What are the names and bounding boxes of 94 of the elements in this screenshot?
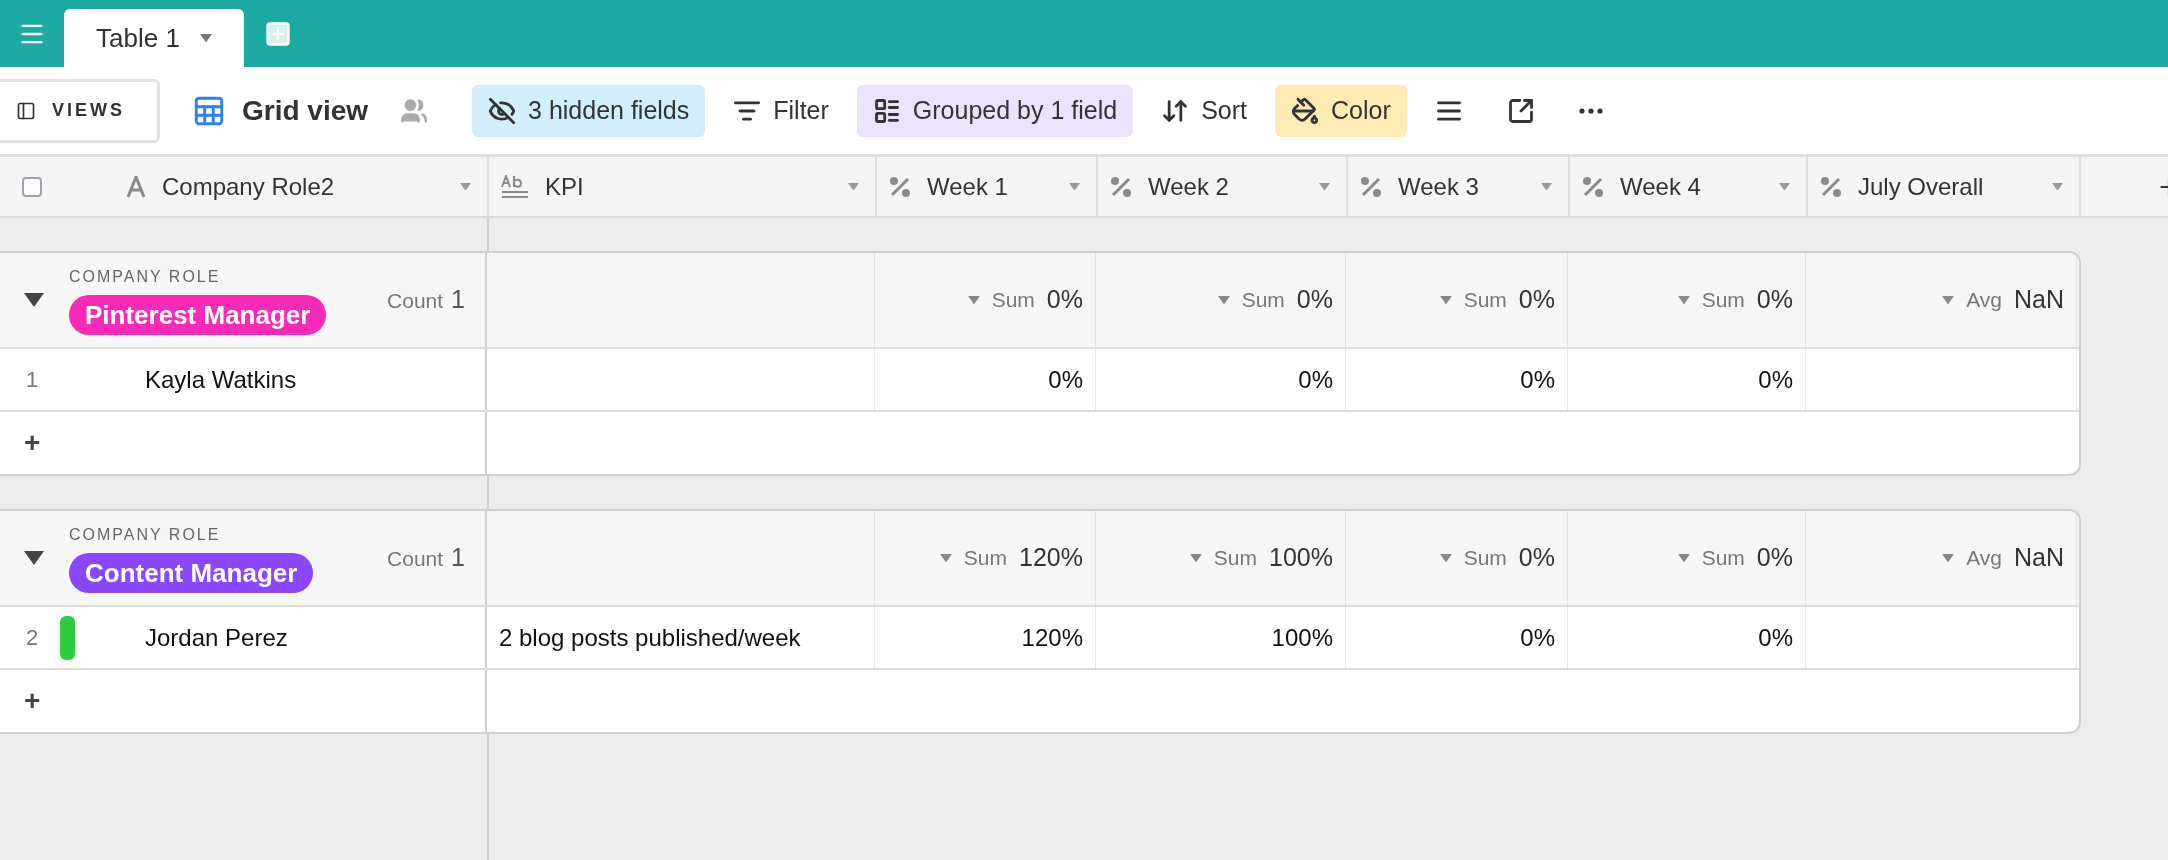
summary-label: Sum <box>963 545 1008 572</box>
people-icon[interactable] <box>400 96 429 125</box>
row-number: 2 <box>25 624 40 652</box>
percent-icon <box>1360 175 1382 198</box>
caret-icon[interactable] <box>1779 182 1790 191</box>
more-icon <box>1578 107 1603 114</box>
percent-icon <box>1110 175 1132 198</box>
toolbar-button[interactable]: Sort <box>1145 84 1263 137</box>
summary-label: Sum <box>1701 287 1745 314</box>
long-text-icon <box>501 174 529 199</box>
toolbar-button[interactable]: Grouped by 1 field <box>856 84 1134 137</box>
list-icon <box>872 96 901 125</box>
table-cell-text: 2 blog posts published/week <box>499 622 801 653</box>
caret-icon[interactable] <box>1319 182 1330 191</box>
percent-icon <box>1582 175 1604 198</box>
toolbar-button[interactable]: Filter <box>717 84 845 137</box>
caret-icon[interactable] <box>1677 295 1690 305</box>
select-all-checkbox[interactable] <box>22 176 42 197</box>
collapse-caret-icon[interactable] <box>24 551 44 565</box>
summary-value: 120% <box>1019 542 1083 574</box>
summary-label: Sum <box>1213 545 1258 572</box>
add-row-button[interactable]: + <box>24 680 41 722</box>
summary-value: 100% <box>1269 542 1333 574</box>
summary-value: 0% <box>1518 284 1555 316</box>
table-cell-text: 100% <box>1271 622 1333 653</box>
caret-icon[interactable] <box>460 182 471 191</box>
caret-icon[interactable] <box>2052 182 2063 191</box>
hidden-eye-icon <box>488 96 517 125</box>
summary-value: 0% <box>1756 284 1793 316</box>
column-header[interactable]: Week 3 <box>1348 157 1570 216</box>
views-button[interactable]: VIEWS <box>0 78 160 143</box>
group-field-label: COMPANY ROLE <box>69 525 221 545</box>
table-cell-text: 0% <box>1758 622 1793 653</box>
column-header[interactable]: Week 2 <box>1098 157 1348 216</box>
group-field-label: COMPANY ROLE <box>69 267 221 287</box>
percent-icon <box>889 175 911 198</box>
caret-icon[interactable] <box>848 182 859 191</box>
caret-icon[interactable] <box>1439 295 1452 305</box>
add-table-icon[interactable] <box>263 19 292 48</box>
table-tab[interactable]: Table 1 <box>64 9 244 67</box>
summary-value: 0% <box>1046 284 1083 316</box>
table-cell-text: 120% <box>1021 622 1083 653</box>
caret-icon[interactable] <box>1942 295 1955 305</box>
summary-value: NaN <box>2014 542 2064 574</box>
table-cell-text: Jordan Perez <box>145 622 288 653</box>
collapse-caret-icon[interactable] <box>24 293 44 307</box>
toolbar-button[interactable]: 3 hidden fields <box>472 84 706 137</box>
summary-value: 0% <box>1296 284 1333 316</box>
count-value: 1 <box>451 284 465 316</box>
summary-value: 0% <box>1756 542 1793 574</box>
count-label: Count <box>387 288 444 315</box>
table-cell-text: 0% <box>1758 364 1793 395</box>
summary-label: Sum <box>991 287 1035 314</box>
paint-bucket-icon <box>1291 96 1319 125</box>
group-tag: Content Manager <box>69 553 314 593</box>
grid-view-switcher[interactable]: Grid view <box>184 89 377 132</box>
group-tag: Pinterest Manager <box>69 295 327 335</box>
sidebar-icon <box>16 100 36 121</box>
column-header[interactable]: July Overall <box>1808 157 2081 216</box>
column-header[interactable]: Week 1 <box>877 157 1098 216</box>
add-row-button[interactable]: + <box>24 422 41 464</box>
letter-a-icon <box>126 175 146 198</box>
caret-icon[interactable] <box>199 33 212 43</box>
table-cell-text: 0% <box>1048 364 1083 395</box>
percent-icon <box>1820 175 1842 198</box>
summary-value: NaN <box>2014 284 2064 316</box>
caret-icon[interactable] <box>1439 553 1452 563</box>
caret-icon[interactable] <box>1541 182 1552 191</box>
table-cell-text: 0% <box>1520 622 1555 653</box>
caret-icon[interactable] <box>1217 295 1230 305</box>
column-header[interactable]: KPI <box>489 157 877 216</box>
summary-label: Avg <box>1966 287 2002 314</box>
column-header[interactable]: Week 4 <box>1570 157 1808 216</box>
summary-label: Sum <box>1241 287 1285 314</box>
caret-icon[interactable] <box>1069 182 1080 191</box>
caret-icon[interactable] <box>1942 553 1955 563</box>
toolbar-button[interactable]: Color <box>1275 84 1407 137</box>
summary-label: Sum <box>1463 545 1507 572</box>
table-cell-text: Kayla Watkins <box>145 364 297 395</box>
caret-icon[interactable] <box>1189 553 1202 563</box>
caret-icon[interactable] <box>939 553 952 563</box>
summary-label: Avg <box>1966 545 2002 572</box>
caret-icon[interactable] <box>967 295 980 305</box>
share-icon <box>1506 96 1535 125</box>
table-cell-text: 0% <box>1298 364 1333 395</box>
count-label: Count <box>387 546 444 573</box>
summary-value: 0% <box>1518 542 1555 574</box>
caret-icon[interactable] <box>1677 553 1690 563</box>
count-value: 1 <box>451 542 465 574</box>
table-cell-text: 0% <box>1520 364 1555 395</box>
summary-label: Sum <box>1701 545 1745 572</box>
column-header[interactable]: Company Role2 <box>0 157 489 216</box>
summary-label: Sum <box>1463 287 1507 314</box>
row-number: 1 <box>25 366 40 394</box>
